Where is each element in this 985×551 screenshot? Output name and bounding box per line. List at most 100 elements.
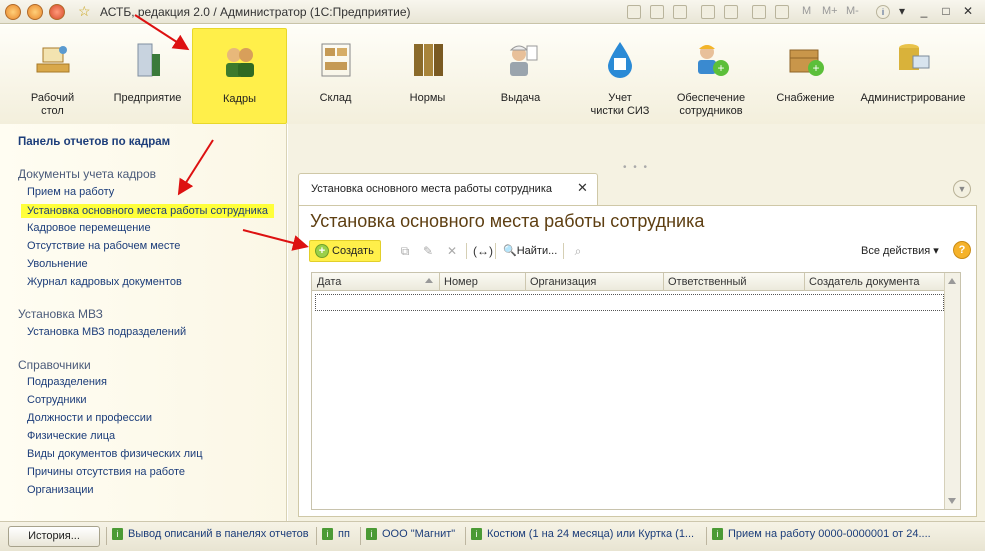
- status-item[interactable]: i Вывод описаний в панелях отчетов: [112, 528, 309, 540]
- dropdown-icon[interactable]: [27, 4, 43, 20]
- nav-link-hr-journal[interactable]: Журнал кадровых документов: [27, 276, 182, 288]
- all-actions-button[interactable]: Все действия ▾: [861, 244, 939, 257]
- app-menu-icon[interactable]: [5, 4, 21, 20]
- copy-icon[interactable]: ⧉: [397, 243, 413, 259]
- nav-link-main-workplace[interactable]: Установка основного места работы сотрудн…: [21, 204, 274, 218]
- separator: [465, 527, 466, 545]
- nav-link-employees[interactable]: Сотрудники: [27, 394, 87, 406]
- maximize-icon[interactable]: □: [938, 4, 954, 19]
- desk-icon: [36, 46, 69, 73]
- table-header: Дата Номер Организация Ответственный Соз…: [312, 273, 945, 291]
- section-personnel[interactable]: Кадры: [192, 28, 287, 124]
- splitter-handle[interactable]: • • •: [623, 162, 649, 173]
- info-icon: i: [112, 528, 123, 540]
- memory-button[interactable]: M: [802, 5, 811, 17]
- section-ppe-cleaning[interactable]: Учет чистки СИЗ: [580, 28, 660, 120]
- section-label: Нормы: [409, 92, 446, 104]
- calculator-icon[interactable]: [752, 5, 766, 19]
- save-icon[interactable]: [627, 5, 641, 19]
- calendar-icon[interactable]: [775, 5, 789, 19]
- col-separator[interactable]: [525, 273, 526, 291]
- sort-ascending-icon[interactable]: [425, 278, 433, 283]
- employee-add-icon: +: [698, 45, 729, 76]
- col-organization[interactable]: Организация: [530, 276, 596, 288]
- star-icon[interactable]: ☆: [78, 3, 91, 20]
- chevron-down-icon[interactable]: ▼: [953, 180, 971, 198]
- col-responsible[interactable]: Ответственный: [668, 276, 747, 288]
- table-row[interactable]: [315, 294, 944, 311]
- form-content: Установка основного места работы сотрудн…: [298, 205, 977, 517]
- status-item[interactable]: i Прием на работу 0000-0000001 от 24....: [712, 528, 931, 540]
- nav-link-absence[interactable]: Отсутствие на рабочем месте: [27, 240, 180, 252]
- info-icon[interactable]: i: [876, 5, 890, 19]
- section-enterprise[interactable]: Предприятие: [105, 28, 190, 120]
- nav-link-departments[interactable]: Подразделения: [27, 376, 107, 388]
- shelves-icon: [321, 43, 350, 77]
- nav-link-hiring[interactable]: Прием на работу: [27, 186, 114, 198]
- delete-icon[interactable]: ✕: [444, 243, 460, 259]
- minimize-icon[interactable]: _: [916, 4, 932, 19]
- title-bar: ☆ АСТБ, редакция 2.0 / Администратор (1С…: [0, 0, 985, 24]
- separator: [360, 527, 361, 545]
- search-icon: 🔍: [503, 245, 517, 257]
- close-icon[interactable]: ✕: [960, 4, 976, 19]
- nav-link-individuals[interactable]: Физические лица: [27, 430, 115, 442]
- nav-link-organizations[interactable]: Организации: [27, 484, 94, 496]
- form-command-bar: + Создать ⧉ ✎ ✕ (↔) 🔍Найти... ⌕ Все дейс…: [309, 240, 971, 262]
- documents-table[interactable]: Дата Номер Организация Ответственный Соз…: [311, 272, 961, 510]
- chevron-down-icon[interactable]: ▾: [894, 4, 910, 19]
- edit-icon[interactable]: ✎: [420, 243, 436, 259]
- close-circle-icon[interactable]: [49, 4, 65, 20]
- box-add-icon: +: [789, 49, 824, 76]
- history-button[interactable]: История...: [8, 526, 100, 547]
- tab-close-icon[interactable]: ✕: [577, 180, 588, 196]
- section-administration[interactable]: Администрирование: [858, 28, 968, 120]
- col-number[interactable]: Номер: [444, 276, 478, 288]
- section-norms[interactable]: Нормы: [390, 28, 465, 120]
- status-item[interactable]: i пп: [322, 528, 350, 540]
- vertical-scrollbar[interactable]: [944, 273, 960, 509]
- col-separator[interactable]: [663, 273, 664, 291]
- section-warehouse[interactable]: Склад: [298, 28, 373, 120]
- drop-icon: [608, 42, 632, 78]
- nav-link-mvz-departments[interactable]: Установка МВЗ подразделений: [27, 326, 186, 338]
- section-label: Снабжение: [776, 92, 835, 104]
- status-item[interactable]: i Костюм (1 на 24 месяца) или Куртка (1..…: [471, 528, 694, 540]
- find-button[interactable]: 🔍Найти...: [503, 244, 557, 257]
- status-item[interactable]: i ООО "Магнит": [366, 528, 455, 540]
- nav-link-positions[interactable]: Должности и профессии: [27, 412, 152, 424]
- nav-link-transfer[interactable]: Кадровое перемещение: [27, 222, 151, 234]
- back-icon[interactable]: [701, 5, 715, 19]
- section-issue[interactable]: Выдача: [483, 28, 558, 120]
- nav-link-dismissal[interactable]: Увольнение: [27, 258, 88, 270]
- scroll-down-icon[interactable]: [948, 498, 956, 504]
- refresh-icon[interactable]: (↔): [473, 243, 493, 259]
- nav-group-mvz: Установка МВЗ: [18, 307, 103, 321]
- scroll-up-icon[interactable]: [948, 278, 956, 284]
- panel-title[interactable]: Панель отчетов по кадрам: [18, 136, 170, 148]
- svg-text:+: +: [717, 61, 724, 75]
- help-icon[interactable]: ?: [953, 241, 971, 259]
- status-text: Прием на работу 0000-0000001 от 24....: [728, 528, 931, 540]
- print-icon[interactable]: [650, 5, 664, 19]
- col-separator[interactable]: [804, 273, 805, 291]
- create-button[interactable]: + Создать: [309, 240, 381, 262]
- col-creator[interactable]: Создатель документа: [809, 276, 920, 288]
- nav-link-id-doc-types[interactable]: Виды документов физических лиц: [27, 448, 203, 460]
- tab-main-workplace[interactable]: Установка основного места работы сотрудн…: [298, 173, 598, 205]
- nav-link-absence-reasons[interactable]: Причины отсутствия на работе: [27, 466, 185, 478]
- section-label: Кадры: [223, 93, 256, 105]
- memory-minus-button[interactable]: M-: [846, 5, 859, 17]
- col-separator[interactable]: [439, 273, 440, 291]
- preview-icon[interactable]: [673, 5, 687, 19]
- cancel-search-icon[interactable]: ⌕: [570, 243, 586, 259]
- section-procurement[interactable]: + Снабжение: [768, 28, 843, 120]
- memory-plus-button[interactable]: M+: [822, 5, 838, 17]
- section-employee-supply[interactable]: + Обеспечение сотрудников: [672, 28, 750, 120]
- section-desktop[interactable]: Рабочий стол: [15, 28, 90, 120]
- section-label: Учет чистки СИЗ: [590, 92, 650, 117]
- status-text: Костюм (1 на 24 месяца) или Куртка (1...: [487, 528, 695, 540]
- col-date[interactable]: Дата: [317, 276, 341, 288]
- status-text: Вывод описаний в панелях отчетов: [128, 528, 309, 540]
- bookmark-icon[interactable]: [724, 5, 738, 19]
